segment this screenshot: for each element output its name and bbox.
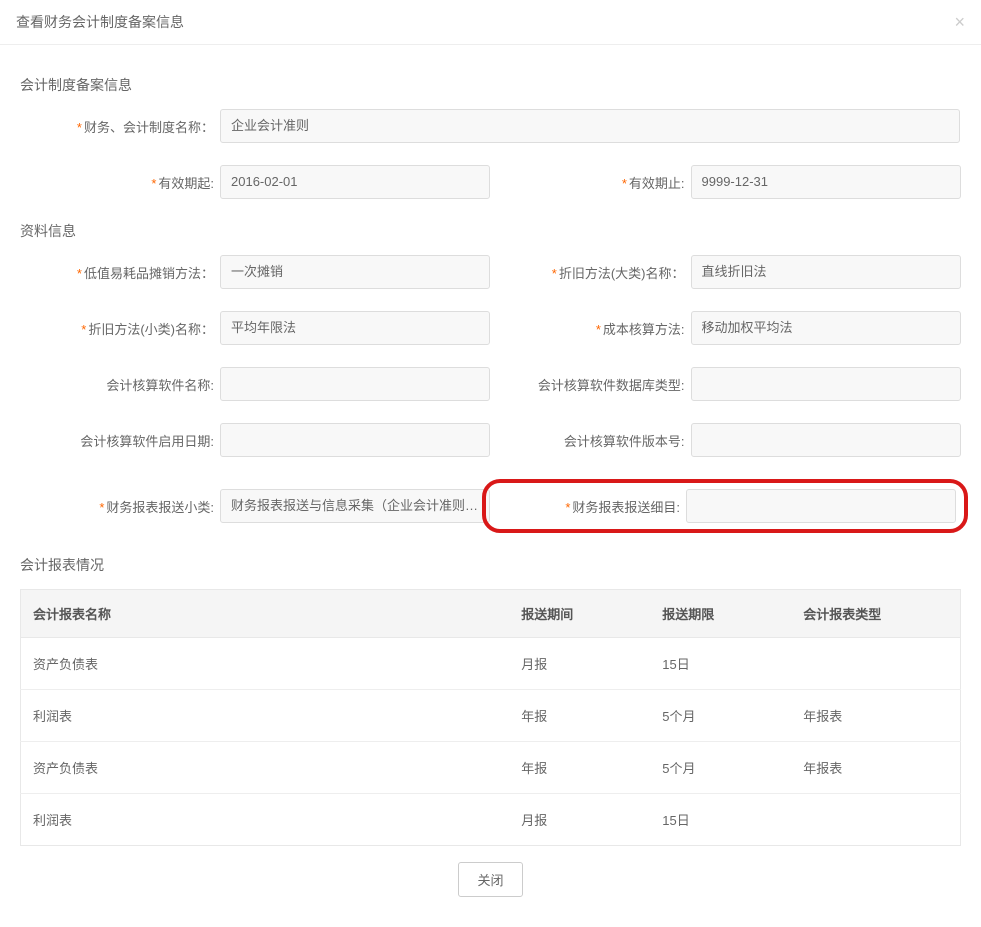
th-type: 会计报表类型 [791,590,960,638]
section-title-reports: 会计报表情况 [20,555,961,575]
label-software-name: 会计核算软件名称: [20,375,220,394]
field-report-sub[interactable]: 财务报表报送与信息采集（企业会计准则一般企 [220,489,490,523]
field-depr-major[interactable]: 直线折旧法 [691,255,961,289]
label-software-version: 会计核算软件版本号: [491,431,691,450]
label-cost-method: *成本核算方法: [491,319,691,338]
field-cost-method[interactable]: 移动加权平均法 [691,311,961,345]
cell-period: 月报 [509,638,650,690]
field-depr-minor[interactable]: 平均年限法 [220,311,490,345]
label-db-type: 会计核算软件数据库类型: [491,375,691,394]
close-button[interactable]: 关闭 [458,862,522,897]
cell-name: 利润表 [21,690,510,742]
field-valid-to[interactable]: 9999-12-31 [691,165,961,199]
label-depr-minor: *折旧方法(小类)名称： [20,319,220,338]
table-row: 资产负债表 月报 15日 [21,638,961,690]
cell-name: 资产负债表 [21,742,510,794]
cell-deadline: 15日 [650,638,791,690]
field-software-name[interactable] [220,367,490,401]
th-period: 报送期间 [509,590,650,638]
cell-name: 资产负债表 [21,638,510,690]
label-system-name: *财务、会计制度名称： [20,117,220,136]
label-report-sub: *财务报表报送小类: [20,497,220,516]
close-icon[interactable]: × [954,13,965,31]
label-valid-to: *有效期止: [491,173,691,192]
field-valid-from[interactable]: 2016-02-01 [220,165,490,199]
field-low-value[interactable]: 一次摊销 [220,255,490,289]
cell-deadline: 5个月 [650,690,791,742]
field-software-enable-date[interactable] [220,423,490,457]
highlight-report-detail: *财务报表报送细目: [482,479,968,533]
cell-type: 年报表 [791,742,960,794]
field-system-name[interactable]: 企业会计准则 [220,109,960,143]
cell-type [791,638,960,690]
modal-view-filing: 查看财务会计制度备案信息 × 会计制度备案信息 *财务、会计制度名称： 企业会计… [0,0,981,927]
cell-type: 年报表 [791,690,960,742]
label-depr-major: *折旧方法(大类)名称： [491,263,691,282]
table-row: 利润表 月报 15日 [21,794,961,846]
cell-type [791,794,960,846]
section-title-filing: 会计制度备案信息 [20,75,961,95]
cell-period: 月报 [509,794,650,846]
label-low-value: *低值易耗品摊销方法： [20,263,220,282]
table-row: 资产负债表 年报 5个月 年报表 [21,742,961,794]
modal-title: 查看财务会计制度备案信息 [16,12,184,32]
th-name: 会计报表名称 [21,590,510,638]
modal-body: 会计制度备案信息 *财务、会计制度名称： 企业会计准则 *有效期起: 2016-… [0,45,981,927]
field-db-type[interactable] [691,367,961,401]
label-report-detail: *财务报表报送细目: [486,497,686,516]
reports-table: 会计报表名称 报送期间 报送期限 会计报表类型 资产负债表 月报 15日 利润表… [20,589,961,846]
cell-deadline: 15日 [650,794,791,846]
section-title-material: 资料信息 [20,221,961,241]
table-row: 利润表 年报 5个月 年报表 [21,690,961,742]
th-deadline: 报送期限 [650,590,791,638]
cell-name: 利润表 [21,794,510,846]
cell-deadline: 5个月 [650,742,791,794]
field-software-version[interactable] [691,423,961,457]
cell-period: 年报 [509,742,650,794]
label-software-enable-date: 会计核算软件启用日期: [20,431,220,450]
cell-period: 年报 [509,690,650,742]
modal-footer: 关闭 [20,846,961,907]
label-valid-from: *有效期起: [20,173,220,192]
field-report-detail[interactable] [686,489,956,523]
modal-header: 查看财务会计制度备案信息 × [0,0,981,45]
